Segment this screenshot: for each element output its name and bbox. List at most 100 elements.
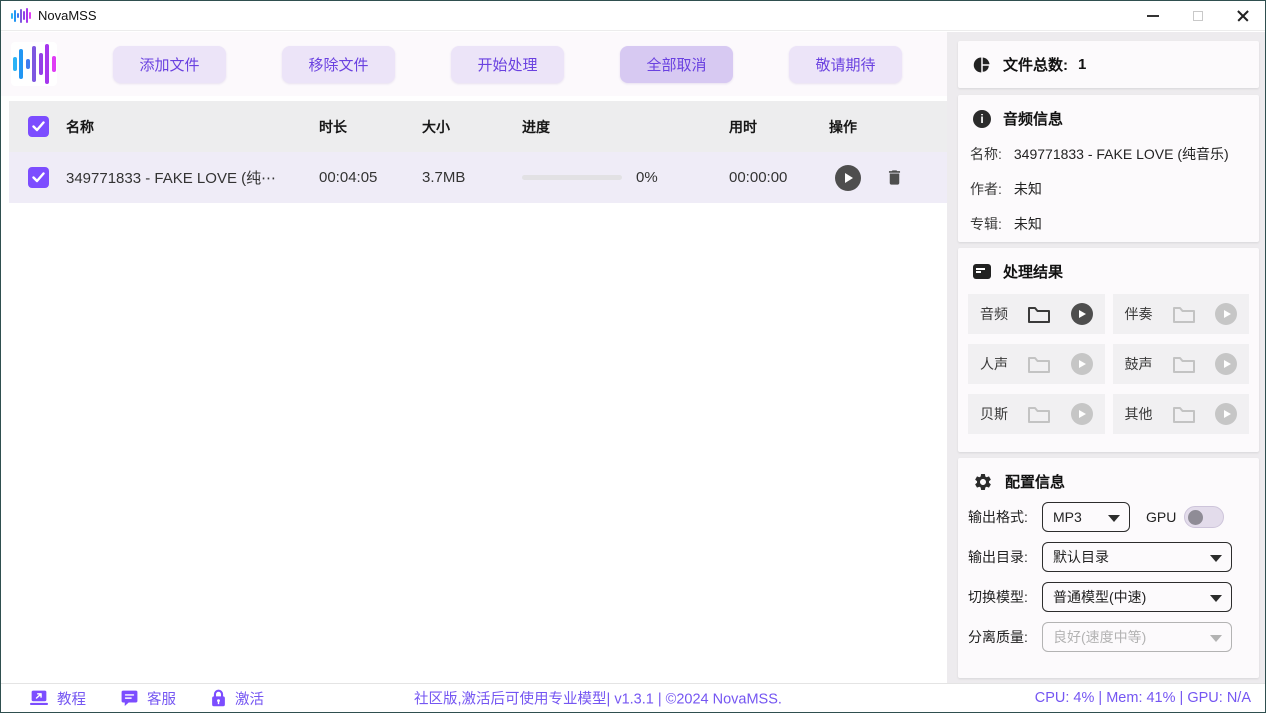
minimize-icon: [1147, 15, 1159, 17]
cell-duration: 00:04:05: [319, 169, 422, 186]
window-title: NovaMSS: [38, 8, 97, 23]
row-play-button[interactable]: [835, 165, 861, 191]
result-drums: 鼓声: [1113, 344, 1250, 384]
config-card: 配置信息 输出格式: MP3 GPU 输出目录: 默认目录 切换模型:: [958, 458, 1259, 678]
play-circle-icon[interactable]: [1071, 303, 1093, 325]
result-other: 其他: [1113, 394, 1250, 434]
play-circle-icon[interactable]: [1215, 403, 1237, 425]
add-file-button[interactable]: 添加文件: [113, 46, 226, 83]
progress-percent: 0%: [636, 169, 658, 186]
output-dir-label: 输出目录:: [968, 547, 1042, 567]
cell-actions: [829, 165, 949, 191]
play-icon: [845, 173, 853, 183]
output-format-select[interactable]: MP3: [1042, 502, 1130, 532]
header-actions: 操作: [829, 117, 949, 137]
audio-info-title: 音频信息: [1003, 108, 1063, 129]
check-icon: [32, 172, 45, 183]
version-status-text: 社区版,激活后可使用专业模型| v1.3.1 | ©2024 NovaMSS.: [414, 688, 782, 709]
chevron-down-icon: [1210, 595, 1222, 602]
card-text-icon: [973, 264, 991, 279]
minimize-button[interactable]: [1130, 1, 1175, 31]
folder-icon[interactable]: [1027, 354, 1051, 374]
remove-file-button[interactable]: 移除文件: [282, 46, 395, 83]
coming-soon-button[interactable]: 敬请期待: [789, 46, 902, 83]
cell-elapsed: 00:00:00: [729, 169, 829, 186]
table-row[interactable]: 349771833 - FAKE LOVE (纯⋯ 00:04:05 3.7MB…: [9, 152, 949, 203]
result-audio: 音频: [968, 294, 1105, 334]
file-table: 名称 时长 大小 进度 用时 操作 349771833 - FAKE LOVE …: [9, 101, 949, 203]
cell-name: 349771833 - FAKE LOVE (纯⋯: [66, 167, 319, 188]
folder-icon[interactable]: [1172, 404, 1196, 424]
main-panel: 添加文件 移除文件 开始处理 全部取消 敬请期待 名称 时长 大小 进度 用时 …: [1, 32, 947, 683]
sidebar: 文件总数: 1 i 音频信息 名称: 349771833 - FAKE LOVE…: [947, 32, 1265, 683]
file-count-value: 1: [1078, 56, 1086, 73]
config-title: 配置信息: [1005, 471, 1065, 492]
chat-icon: [120, 689, 139, 708]
play-circle-icon[interactable]: [1071, 353, 1093, 375]
cell-size: 3.7MB: [422, 169, 522, 186]
pie-chart-icon: [973, 56, 991, 74]
folder-icon[interactable]: [1027, 404, 1051, 424]
quality-label: 分离质量:: [968, 627, 1042, 647]
support-link[interactable]: 客服: [120, 688, 176, 709]
audio-info-card: i 音频信息 名称: 349771833 - FAKE LOVE (纯音乐) 作…: [958, 95, 1259, 242]
lock-icon: [210, 689, 227, 708]
toggle-knob: [1188, 510, 1203, 525]
result-accompaniment: 伴奏: [1113, 294, 1250, 334]
play-circle-icon[interactable]: [1215, 353, 1237, 375]
result-bass: 贝斯: [968, 394, 1105, 434]
cancel-all-button[interactable]: 全部取消: [620, 46, 733, 83]
file-count-label: 文件总数:: [1003, 54, 1068, 75]
audio-album-field: 专辑: 未知: [958, 214, 1259, 234]
row-delete-button[interactable]: [885, 167, 904, 188]
trash-icon: [885, 167, 904, 188]
header-elapsed: 用时: [729, 117, 829, 137]
tutorial-link[interactable]: 教程: [29, 688, 86, 709]
table-header: 名称 时长 大小 进度 用时 操作: [9, 101, 949, 152]
folder-icon[interactable]: [1027, 304, 1051, 324]
folder-icon[interactable]: [1172, 354, 1196, 374]
header-progress: 进度: [522, 117, 729, 137]
quality-select: 良好(速度中等): [1042, 622, 1232, 652]
results-grid: 音频 伴奏 人声 鼓声: [958, 282, 1259, 434]
output-dir-row: 输出目录: 默认目录: [958, 542, 1259, 572]
select-all-checkbox[interactable]: [28, 116, 49, 137]
folder-icon[interactable]: [1172, 304, 1196, 324]
chevron-down-icon: [1210, 555, 1222, 562]
laptop-share-icon: [29, 689, 49, 707]
close-button[interactable]: [1220, 1, 1265, 31]
play-circle-icon[interactable]: [1215, 303, 1237, 325]
gear-icon: [973, 472, 993, 492]
result-vocals: 人声: [968, 344, 1105, 384]
output-format-row: 输出格式: MP3 GPU: [958, 502, 1259, 532]
gpu-label: GPU: [1146, 509, 1176, 525]
system-stats: CPU: 4% | Mem: 41% | GPU: N/A: [1035, 690, 1251, 706]
start-processing-button[interactable]: 开始处理: [451, 46, 564, 83]
waveform-logo-icon: [11, 42, 57, 86]
model-label: 切换模型:: [968, 587, 1042, 607]
model-row: 切换模型: 普通模型(中速): [958, 582, 1259, 612]
header-duration: 时长: [319, 117, 422, 137]
gpu-toggle[interactable]: [1184, 506, 1224, 528]
progress-bar: [522, 175, 622, 180]
cell-progress: 0%: [522, 169, 729, 186]
file-count-card: 文件总数: 1: [958, 41, 1259, 88]
info-circle-icon: i: [973, 110, 991, 128]
activate-link[interactable]: 激活: [210, 688, 264, 709]
maximize-button[interactable]: [1175, 1, 1220, 31]
chevron-down-icon: [1108, 515, 1120, 522]
output-dir-select[interactable]: 默认目录: [1042, 542, 1232, 572]
maximize-icon: [1193, 11, 1203, 21]
row-checkbox[interactable]: [28, 167, 49, 188]
check-icon: [32, 121, 45, 132]
output-format-label: 输出格式:: [968, 507, 1042, 527]
play-circle-icon[interactable]: [1071, 403, 1093, 425]
app-window: NovaMSS 添加文件 移除文件 开始处理 全部取消 敬请期待 名称 时长: [0, 0, 1266, 713]
header-name: 名称: [66, 117, 319, 137]
audio-name-field: 名称: 349771833 - FAKE LOVE (纯音乐): [958, 144, 1259, 164]
title-bar: NovaMSS: [1, 1, 1265, 31]
results-card: 处理结果 音频 伴奏 人声 鼓声: [958, 248, 1259, 452]
model-select[interactable]: 普通模型(中速): [1042, 582, 1232, 612]
header-size: 大小: [422, 117, 522, 137]
results-title: 处理结果: [1003, 261, 1063, 282]
